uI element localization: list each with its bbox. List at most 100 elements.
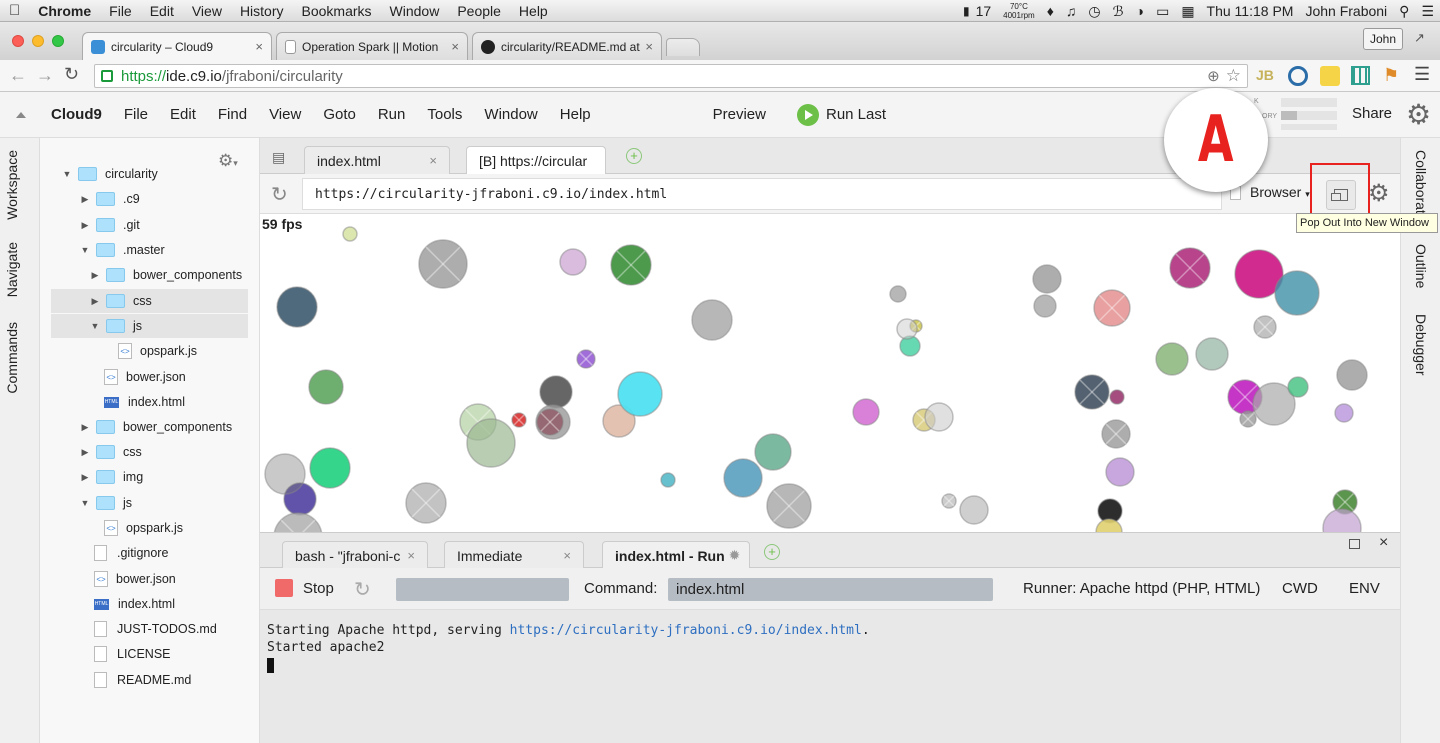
tree-item-opspark-js[interactable]: <> opspark.js [40, 516, 250, 540]
restart-runner-icon[interactable]: ↻ [354, 577, 371, 602]
chrome-menu-icon[interactable]: ☰ [1414, 64, 1430, 85]
console-link[interactable]: https://circularity-jfraboni.c9.io/index… [510, 623, 862, 638]
tree-item-index-html[interactable]: HTML index.html [40, 592, 250, 616]
tree-item-gitignore[interactable]: .gitignore [40, 541, 250, 565]
calendar-icon[interactable]: ▦ [1175, 3, 1200, 20]
c9-menu-run[interactable]: Run [367, 106, 417, 123]
chrome-tab-github[interactable]: circularity/README.md at × [472, 32, 662, 60]
tree-item-bower-json[interactable]: <> bower.json [40, 567, 250, 591]
add-tab-icon[interactable]: + [626, 148, 642, 164]
env-button[interactable]: ENV [1349, 580, 1380, 597]
tree-item-circularity[interactable]: ▼ circularity [40, 162, 250, 186]
extension-grid-icon[interactable] [1351, 66, 1370, 85]
outline-panel-tab[interactable]: Outline [1413, 244, 1429, 288]
close-tab-icon[interactable]: × [429, 153, 437, 168]
chevron-right-icon[interactable]: ▶ [80, 472, 90, 483]
debugger-panel-tab[interactable]: Debugger [1413, 314, 1429, 376]
c9-menu-edit[interactable]: Edit [159, 106, 207, 123]
console-tab-immediate[interactable]: Immediate × [444, 541, 584, 569]
menu-window[interactable]: Window [381, 3, 449, 19]
c9-menu-file[interactable]: File [113, 106, 159, 123]
profile-button[interactable]: John [1363, 28, 1403, 50]
runner-name-field[interactable] [396, 578, 569, 601]
menu-app-chrome[interactable]: Chrome [29, 3, 100, 19]
close-pane-icon[interactable]: × [1379, 534, 1388, 552]
battery-status-icon[interactable]: ▮ [957, 4, 976, 18]
zoom-icon[interactable]: ⊕ [1207, 67, 1220, 85]
tree-item-readme-md[interactable]: README.md [40, 668, 250, 692]
tree-item-bower-components[interactable]: ▶ bower_components [40, 415, 250, 439]
chevron-down-icon[interactable]: ▼ [80, 498, 90, 508]
browser-select[interactable]: Browser ▾ [1250, 184, 1310, 200]
tree-item-c9[interactable]: ▶ .c9 [40, 187, 250, 211]
extension-orange-icon[interactable]: ⚑ [1383, 65, 1399, 86]
c9-menu-find[interactable]: Find [207, 106, 258, 123]
back-icon[interactable]: ← [9, 65, 27, 86]
menu-edit[interactable]: Edit [141, 3, 183, 19]
chevron-down-icon[interactable]: ▼ [62, 169, 72, 179]
editor-tab-index-html[interactable]: index.html × [304, 146, 450, 174]
apple-icon[interactable]:  [0, 2, 29, 19]
close-tab-icon[interactable]: × [407, 548, 415, 563]
popout-window-button[interactable] [1326, 180, 1356, 210]
console-tab-bash[interactable]: bash - "jfraboni-c × [282, 541, 428, 569]
window-close-button[interactable] [12, 35, 24, 47]
command-input[interactable]: index.html [668, 578, 993, 601]
preview-refresh-icon[interactable]: ↻ [271, 182, 288, 207]
temp-monitor[interactable]: 70°C 4001rpm [997, 2, 1041, 20]
close-tab-icon[interactable]: × [645, 39, 653, 54]
close-tab-icon[interactable]: × [255, 39, 263, 54]
tab-list-menu-icon[interactable]: ▤ [272, 149, 285, 166]
menu-view[interactable]: View [183, 3, 231, 19]
preview-button[interactable]: Preview [702, 106, 777, 123]
extension-yellow-icon[interactable] [1320, 66, 1340, 86]
preview-settings-gear-icon[interactable]: ⚙ [1368, 179, 1390, 208]
tree-item-just-todos-md[interactable]: JUST-TODOS.md [40, 617, 250, 641]
tree-item-css[interactable]: ▶ css [51, 289, 248, 313]
window-zoom-button[interactable] [52, 35, 64, 47]
runner-select[interactable]: Runner: Apache httpd (PHP, HTML) [1023, 580, 1260, 597]
cloud9-brand[interactable]: Cloud9 [40, 106, 113, 123]
chrome-tab-cloud9[interactable]: circularity – Cloud9 × [82, 32, 272, 60]
stop-button[interactable]: Stop [275, 579, 334, 597]
tree-item-img[interactable]: ▶ img [40, 465, 250, 489]
tree-item-css[interactable]: ▶ css [40, 440, 250, 464]
fullscreen-icon[interactable]: ↗ [1414, 30, 1425, 46]
notification-center-icon[interactable]: ☰ [1415, 3, 1440, 20]
chevron-down-icon[interactable]: ▼ [90, 321, 100, 331]
menu-file[interactable]: File [100, 3, 141, 19]
collapse-menu-icon[interactable] [16, 111, 26, 118]
menu-help[interactable]: Help [510, 3, 557, 19]
tree-item-index-html[interactable]: HTML index.html [40, 390, 250, 414]
c9-menu-view[interactable]: View [258, 106, 312, 123]
clock-text[interactable]: Thu 11:18 PM [1201, 3, 1300, 19]
wifi-icon[interactable]: ◑ [1130, 3, 1150, 19]
c9-menu-window[interactable]: Window [473, 106, 548, 123]
tree-item-js[interactable]: ▼ js [51, 314, 248, 338]
workspace-panel-tab[interactable]: Workspace [4, 150, 20, 220]
close-tab-icon[interactable]: × [563, 548, 571, 563]
circularity-canvas[interactable]: 59 fps [260, 214, 1400, 532]
console-output[interactable]: Starting Apache httpd, serving https://c… [260, 610, 1400, 743]
forward-icon[interactable]: → [36, 65, 54, 86]
chevron-down-icon[interactable]: ▼ [80, 245, 90, 255]
menu-people[interactable]: People [448, 3, 510, 19]
time-machine-icon[interactable]: ◷ [1082, 3, 1106, 20]
address-bar[interactable]: https:// ide.c9.io /jfraboni/circularity… [94, 64, 1248, 88]
collaborate-panel-tab[interactable]: Collaborate [1413, 150, 1429, 222]
c9-menu-tools[interactable]: Tools [416, 106, 473, 123]
editor-tab-browser-preview[interactable]: [B] https://circular [466, 146, 606, 174]
c9-menu-goto[interactable]: Goto [312, 106, 367, 123]
close-tab-icon[interactable]: × [451, 39, 459, 54]
commands-panel-tab[interactable]: Commands [4, 322, 20, 394]
tree-item-opspark-js[interactable]: <> opspark.js [40, 339, 250, 363]
preview-url-input[interactable]: https://circularity-jfraboni.c9.io/index… [302, 178, 1222, 210]
chevron-right-icon[interactable]: ▶ [80, 220, 90, 231]
chevron-right-icon[interactable]: ▶ [90, 270, 100, 281]
tree-item-license[interactable]: LICENSE [40, 642, 250, 666]
cwd-button[interactable]: CWD [1282, 580, 1318, 597]
chrome-tab-operation-spark[interactable]: Operation Spark || Motion × [276, 32, 468, 60]
c9-menu-help[interactable]: Help [549, 106, 602, 123]
bluetooth-icon[interactable]: ℬ [1107, 3, 1130, 20]
extension-blue-icon[interactable] [1288, 66, 1308, 86]
